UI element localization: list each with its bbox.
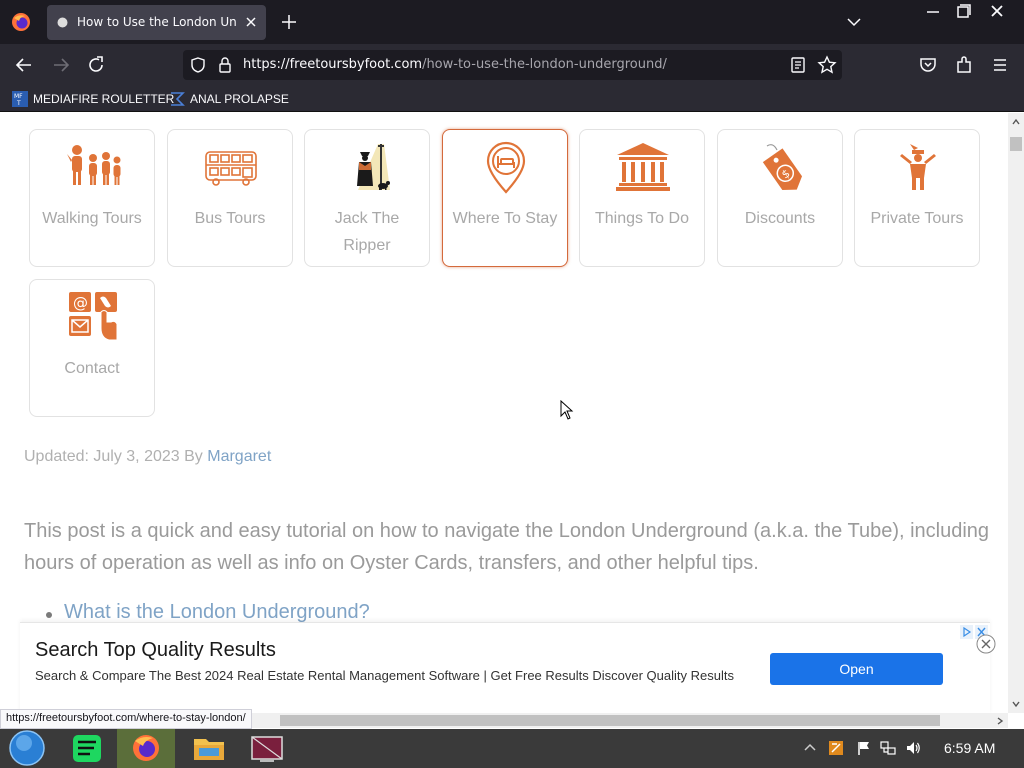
category-label: Jack The Ripper xyxy=(334,210,400,254)
forward-arrow-icon[interactable] xyxy=(50,54,72,76)
bookmark-label: ANAL PROLAPSE xyxy=(190,92,289,106)
scroll-right-icon[interactable] xyxy=(995,716,1005,726)
ad-open-button[interactable]: Open xyxy=(770,653,943,685)
tracking-shield-icon[interactable] xyxy=(189,56,207,74)
firefox-icon xyxy=(133,735,159,761)
extensions-icon[interactable] xyxy=(953,54,975,76)
updated-text: Updated: July 3, 2023 By xyxy=(24,448,203,465)
contact-icon: @ xyxy=(69,292,118,341)
category-jack-the-ripper[interactable]: Jack The Ripper xyxy=(304,129,430,267)
site-favicon-icon xyxy=(57,17,68,28)
firefox-icon[interactable] xyxy=(11,12,31,32)
category-things-to-do[interactable]: Things To Do xyxy=(579,129,705,267)
tray-app-icon[interactable] xyxy=(828,740,844,756)
reader-view-icon[interactable] xyxy=(789,56,807,74)
url-path: /how-to-use-the-london-underground/ xyxy=(422,57,667,72)
category-label: Where To Stay xyxy=(452,210,558,227)
volume-icon[interactable] xyxy=(905,740,921,756)
ad-close-icon[interactable] xyxy=(976,634,996,654)
scrollbar-thumb[interactable] xyxy=(1010,137,1022,151)
back-arrow-icon[interactable] xyxy=(13,54,35,76)
bookmarks-toolbar: MF T MEDIAFIRE ROULETTER ANAL PROLAPSE xyxy=(0,85,1024,112)
bed-pin-icon xyxy=(486,141,526,194)
close-window-icon[interactable] xyxy=(982,2,1012,22)
ad-title[interactable]: Search Top Quality Results xyxy=(35,639,276,662)
scroll-down-icon[interactable] xyxy=(1011,699,1021,709)
status-link-preview: https://freetoursbyfoot.com/where-to-sta… xyxy=(0,709,252,729)
lamppost-silhouette-icon xyxy=(357,144,390,190)
scrollbar-thumb[interactable] xyxy=(280,715,940,726)
category-contact[interactable]: @ Contact xyxy=(29,279,155,417)
category-label: Walking Tours xyxy=(42,210,142,227)
ad-description: Search & Compare The Best 2024 Real Esta… xyxy=(35,668,734,683)
category-label: Contact xyxy=(64,360,120,377)
taskbar-firefox-active[interactable] xyxy=(117,729,175,768)
bookmark-star-icon[interactable] xyxy=(817,55,837,75)
bookmark-item[interactable]: ANAL PROLAPSE xyxy=(169,89,289,109)
svg-text:@: @ xyxy=(73,294,88,312)
pocket-icon[interactable] xyxy=(917,54,939,76)
category-label: Private Tours xyxy=(870,210,964,227)
action-center-flag-icon[interactable] xyxy=(856,740,872,756)
taskbar: 6:59 AM xyxy=(0,729,1024,768)
category-label: Discounts xyxy=(744,210,816,227)
price-tag-icon: $ xyxy=(762,144,803,190)
media-app-icon[interactable] xyxy=(238,729,296,768)
lock-icon[interactable] xyxy=(217,56,233,74)
category-where-to-stay[interactable]: Where To Stay xyxy=(442,129,568,267)
tab-title: How to Use the London Underground xyxy=(77,15,237,29)
category-label: Things To Do xyxy=(595,210,689,227)
category-label: Bus Tours xyxy=(194,210,266,227)
start-orb-icon[interactable] xyxy=(0,729,58,768)
taskbar-clock[interactable]: 6:59 AM xyxy=(944,740,995,756)
author-link[interactable]: Margaret xyxy=(207,448,271,465)
reload-icon[interactable] xyxy=(85,54,107,76)
category-bus-tours[interactable]: Bus Tours xyxy=(167,129,293,267)
vertical-scrollbar[interactable] xyxy=(1008,113,1024,713)
toc-link[interactable]: What is the London Underground? xyxy=(64,601,370,623)
bookmark-label: MEDIAFIRE ROULETTER xyxy=(33,92,175,106)
bus-icon xyxy=(205,151,257,186)
category-private-tours[interactable]: Private Tours xyxy=(854,129,980,267)
sigma-icon xyxy=(171,92,185,106)
menu-icon[interactable] xyxy=(989,54,1011,76)
updated-meta: Updated: July 3, 2023 By Margaret xyxy=(24,448,271,466)
chevron-down-icon[interactable] xyxy=(845,14,863,30)
svg-text:MF: MF xyxy=(14,93,23,100)
bookmark-item[interactable]: MF T MEDIAFIRE ROULETTER xyxy=(12,89,174,109)
museum-icon xyxy=(616,143,670,191)
url-host: https://freetoursbyfoot.com xyxy=(243,57,423,72)
new-tab-icon[interactable] xyxy=(280,13,298,31)
restore-icon[interactable] xyxy=(948,2,978,22)
mediafire-icon: MF T xyxy=(12,91,28,107)
svg-text:T: T xyxy=(16,100,21,107)
url-text[interactable]: https://freetoursbyfoot.com/how-to-use-t… xyxy=(243,57,667,72)
article-intro: This post is a quick and easy tutorial o… xyxy=(24,520,990,574)
walking-group-icon xyxy=(67,145,121,185)
scroll-up-icon[interactable] xyxy=(1011,117,1021,127)
navigation-bar: https://freetoursbyfoot.com/how-to-use-t… xyxy=(0,44,1024,85)
close-tab-icon[interactable] xyxy=(242,13,260,31)
tour-guide-icon xyxy=(900,144,936,190)
minimize-icon[interactable] xyxy=(918,2,948,22)
address-bar[interactable]: https://freetoursbyfoot.com/how-to-use-t… xyxy=(183,50,842,80)
tray-expand-icon[interactable] xyxy=(802,740,818,756)
tab-bar: How to Use the London Underground xyxy=(0,0,1024,44)
network-icon[interactable] xyxy=(880,740,896,756)
ad-banner[interactable]: Search Top Quality Results Search & Comp… xyxy=(20,622,990,714)
toc-item[interactable]: What is the London Underground? xyxy=(46,601,370,624)
tab-active[interactable]: How to Use the London Underground xyxy=(47,5,266,40)
mouse-cursor-icon xyxy=(560,400,574,420)
spotify-icon[interactable] xyxy=(58,729,116,768)
file-explorer-icon[interactable] xyxy=(180,729,238,768)
category-discounts[interactable]: $ Discounts xyxy=(717,129,843,267)
category-walking-tours[interactable]: Walking Tours xyxy=(29,129,155,267)
